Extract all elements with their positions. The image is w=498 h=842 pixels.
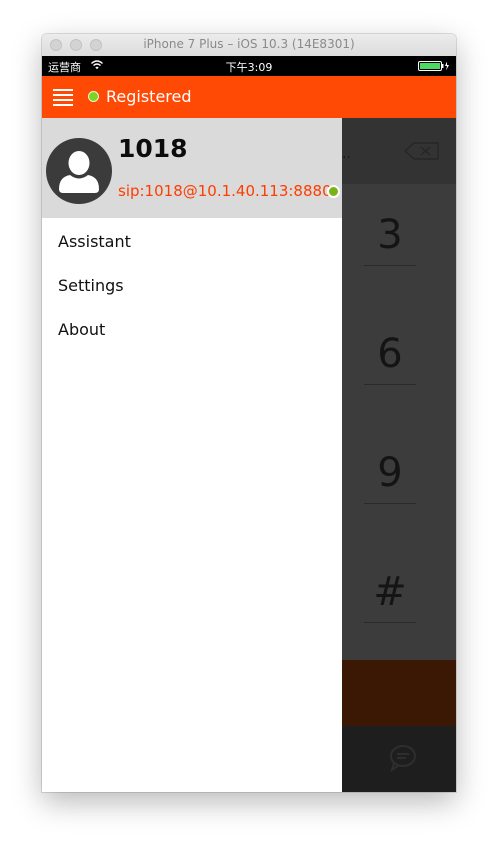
menu-item-about[interactable]: About	[58, 320, 105, 339]
dial-key-divider	[364, 265, 416, 266]
backspace-icon[interactable]	[403, 142, 440, 164]
dial-number-display: ..	[342, 118, 456, 184]
dial-key-divider	[364, 622, 416, 623]
presence-status-dot	[327, 185, 340, 198]
bottom-tab-bar	[342, 726, 456, 792]
window-title: iPhone 7 Plus – iOS 10.3 (14E8301)	[143, 37, 355, 51]
status-time: 下午3:09	[225, 61, 273, 74]
menu-item-assistant[interactable]: Assistant	[58, 232, 131, 251]
battery-icon	[418, 61, 450, 74]
simulator-window: iPhone 7 Plus – iOS 10.3 (14E8301) 运营商 下…	[42, 34, 456, 792]
call-button-bar[interactable]	[342, 660, 456, 726]
window-titlebar: iPhone 7 Plus – iOS 10.3 (14E8301)	[42, 34, 456, 57]
dial-key-divider	[364, 384, 416, 385]
avatar-icon	[46, 138, 112, 208]
dial-key-9[interactable]: 9	[364, 450, 416, 496]
dial-number-text: ..	[342, 146, 351, 162]
registration-status-dot	[88, 91, 99, 102]
account-profile[interactable]: 1018 sip:1018@10.1.40.113:8880	[42, 118, 342, 218]
ios-status-bar: 运营商 下午3:09	[42, 56, 456, 76]
menu-item-settings[interactable]: Settings	[58, 276, 124, 295]
dial-key-hash[interactable]: #	[364, 569, 416, 615]
dialer-panel: .. 3 6 9 #	[342, 118, 456, 792]
account-number: 1018	[118, 134, 188, 163]
dial-key-6[interactable]: 6	[364, 331, 416, 377]
sip-address: sip:1018@10.1.40.113:8880	[118, 182, 332, 200]
dial-key-divider	[364, 503, 416, 504]
side-drawer: 1018 sip:1018@10.1.40.113:8880 Assistant…	[42, 118, 342, 792]
hamburger-menu-icon[interactable]	[53, 87, 73, 111]
registration-status-label: Registered	[106, 87, 192, 106]
dial-key-3[interactable]: 3	[364, 212, 416, 258]
chat-icon[interactable]	[388, 744, 418, 776]
app-header: Registered	[42, 76, 456, 118]
